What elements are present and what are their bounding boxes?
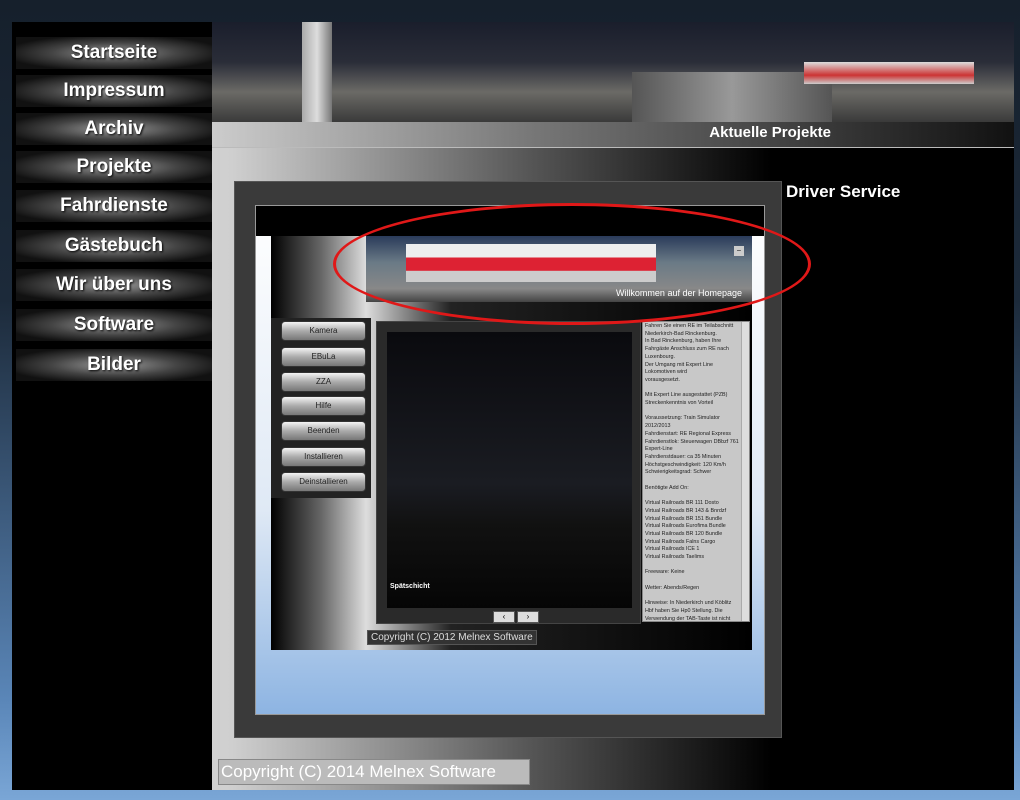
desc-paragraph: Voraussetzung: Train Simulator 2012/2013… xyxy=(645,415,739,476)
screen-label: Spätschicht xyxy=(390,583,430,590)
header-banner-image xyxy=(212,22,1014,122)
nav-archiv[interactable]: Archiv xyxy=(16,113,212,145)
nav-impressum[interactable]: Impressum xyxy=(16,75,212,107)
desc-paragraph: Fahren Sie einen RE im Teilabschnitt Nie… xyxy=(645,323,734,383)
nav-software[interactable]: Software xyxy=(16,309,212,341)
nav-fahrdienste[interactable]: Fahrdienste xyxy=(16,190,212,222)
description-textbox[interactable]: Fahren Sie einen RE im Teilabschnitt Nie… xyxy=(642,321,750,622)
project-title: Driver Service xyxy=(786,182,901,201)
banner-train xyxy=(804,62,974,84)
beenden-button[interactable]: Beenden xyxy=(281,421,366,441)
desc-paragraph: Hinweise: In Niederkirch und Köblitz Hbf… xyxy=(645,600,732,622)
nav-startseite[interactable]: Startseite xyxy=(16,37,212,69)
cab-view-preview: Spätschicht ‹ › xyxy=(376,321,641,624)
desc-paragraph: Virtual Railroads BR 111 Dosto Virtual R… xyxy=(645,500,727,561)
nav-gaestebuch[interactable]: Gästebuch xyxy=(16,230,212,262)
app-copyright: Copyright (C) 2012 Melnex Software xyxy=(367,630,537,645)
banner-pillar xyxy=(302,22,332,122)
zza-button[interactable]: ZZA xyxy=(281,372,366,392)
nav-projekte[interactable]: Projekte xyxy=(16,151,212,183)
highlight-ellipse xyxy=(333,203,811,325)
ebula-button[interactable]: EBuLa xyxy=(281,347,366,367)
next-button[interactable]: › xyxy=(517,611,539,623)
desc-paragraph: Wetter: Abends/Regen xyxy=(645,584,700,591)
kamera-button[interactable]: Kamera xyxy=(281,321,366,341)
scrollbar[interactable] xyxy=(741,322,749,621)
page-container: Startseite Impressum Archiv Projekte Fah… xyxy=(12,22,1014,790)
nav-bilder[interactable]: Bilder xyxy=(16,349,212,381)
footer-copyright: Copyright (C) 2014 Melnex Software xyxy=(218,759,530,785)
nav-wir-ueber-uns[interactable]: Wir über uns xyxy=(16,269,212,301)
hilfe-button[interactable]: Hilfe xyxy=(281,396,366,416)
banner-rails xyxy=(632,72,832,122)
prev-button[interactable]: ‹ xyxy=(493,611,515,623)
section-title: Aktuelle Projekte xyxy=(212,122,1014,148)
cab-view-image: Spätschicht xyxy=(387,332,632,608)
sidebar: Startseite Impressum Archiv Projekte Fah… xyxy=(12,22,212,790)
installieren-button[interactable]: Installieren xyxy=(281,447,366,467)
desc-paragraph: Freeware: Keine xyxy=(645,569,685,576)
deinstallieren-button[interactable]: Deinstallieren xyxy=(281,472,366,492)
desc-paragraph: Mit Expert Line ausgestattet (PZB) Strec… xyxy=(645,392,728,407)
app-button-panel: Kamera EBuLa ZZA Hilfe Beenden Installie… xyxy=(271,318,371,498)
desc-paragraph: Benötigte Add On: xyxy=(645,484,689,491)
